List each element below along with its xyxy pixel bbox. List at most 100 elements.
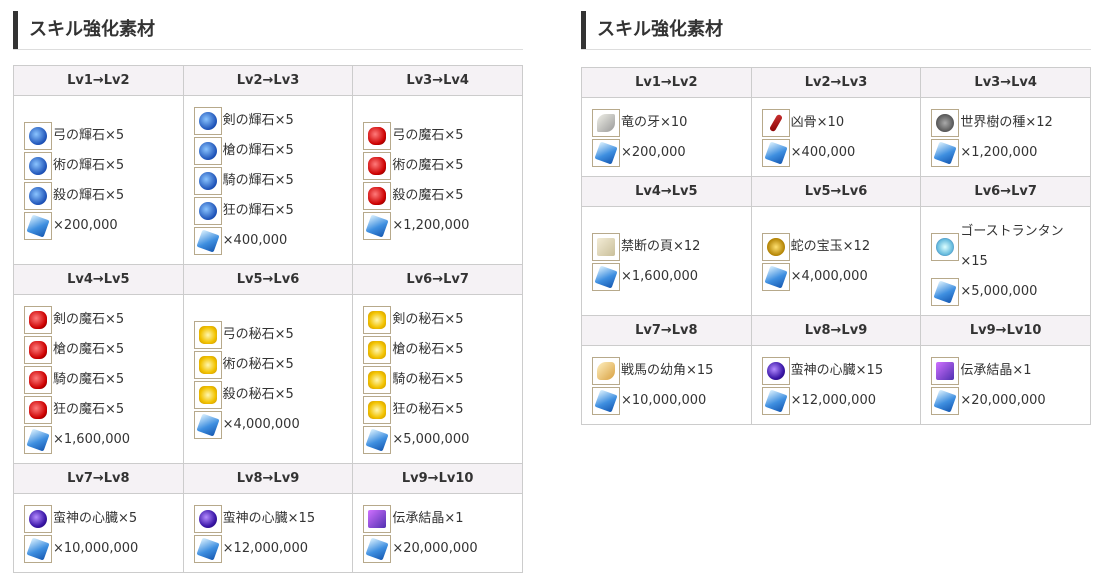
material-item: 狂の輝石×5 <box>193 196 353 226</box>
gold-icon <box>193 321 222 349</box>
blue-icon <box>24 182 52 210</box>
material-item: 伝承結晶×1 <box>363 504 522 534</box>
level-header: Lv6→Lv7 <box>352 264 523 295</box>
heart-icon <box>761 357 790 385</box>
material-item: 殺の輝石×5 <box>24 181 183 211</box>
material-cell: 世界樹の種×12 ×1,200,000 <box>920 97 1091 177</box>
material-label: 蛮神の心臓×15 <box>790 363 884 378</box>
heart-icon <box>24 505 52 533</box>
material-label: 騎の魔石×5 <box>53 372 125 387</box>
fang-icon <box>592 109 620 137</box>
material-item: ×1,200,000 <box>363 211 522 241</box>
material-item: 術の秘石×5 <box>193 350 353 380</box>
material-label: 蛮神の心臓×15 <box>222 511 316 526</box>
section-title: スキル強化素材 <box>597 19 723 40</box>
gold-icon <box>363 396 392 424</box>
material-item: ×5,000,000 <box>931 277 1090 307</box>
level-header-row: Lv1→Lv2 Lv2→Lv3 Lv3→Lv4 <box>581 67 1091 98</box>
level-header: Lv1→Lv2 <box>13 65 184 96</box>
material-item: ×1,200,000 <box>931 138 1090 168</box>
gold-icon <box>363 306 392 334</box>
material-row: 弓の輝石×5 術の輝石×5 殺の輝石×5 ×200,000 剣の輝石×5 槍の輝石×5 騎の… <box>13 95 523 265</box>
left-panel: スキル強化素材 Lv1→Lv2 Lv2→Lv3 Lv3→Lv4 弓の輝石×5 術の輝石×… <box>13 0 523 573</box>
material-label: ×5,000,000 <box>392 432 470 447</box>
material-label: 剣の魔石×5 <box>53 312 125 327</box>
material-item: 槍の魔石×5 <box>24 335 183 365</box>
material-item: 竜の牙×10 <box>592 108 751 138</box>
material-label: 竜の牙×10 <box>621 115 688 130</box>
material-label: ×10,000,000 <box>53 541 139 556</box>
material-label: ×1,200,000 <box>392 218 470 233</box>
material-label: 殺の魔石×5 <box>392 188 464 203</box>
material-label: 槍の秘石×5 <box>392 342 464 357</box>
material-item: 伝承結晶×1 <box>931 356 1090 386</box>
horn-icon <box>592 357 620 385</box>
material-cell: ゴーストランタン×15 ×5,000,000 <box>920 206 1091 316</box>
material-item: 騎の輝石×5 <box>193 166 353 196</box>
material-item: ×1,600,000 <box>592 262 751 292</box>
red-icon <box>24 366 52 394</box>
crystal-icon <box>592 263 620 291</box>
material-label: 世界樹の種×12 <box>960 115 1053 130</box>
material-table: Lv1→Lv2 Lv2→Lv3 Lv3→Lv4 竜の牙×10 ×200,000 凶骨×10… <box>581 67 1091 425</box>
level-header: Lv9→Lv10 <box>352 463 523 494</box>
material-item: 剣の魔石×5 <box>24 305 183 335</box>
bone-icon <box>761 109 790 137</box>
material-item: ×12,000,000 <box>193 534 353 564</box>
material-item: 蛮神の心臓×5 <box>24 504 183 534</box>
material-item: ×20,000,000 <box>363 534 522 564</box>
material-label: 伝承結晶×1 <box>392 511 464 526</box>
material-label: 戦馬の幼角×15 <box>621 363 714 378</box>
crystal-icon <box>24 212 52 240</box>
material-item: ×20,000,000 <box>931 386 1090 416</box>
gold-icon <box>363 366 392 394</box>
crystal-icon <box>193 535 222 563</box>
blue-icon <box>193 137 222 165</box>
crystal-icon <box>363 212 392 240</box>
crystal-icon <box>592 387 620 415</box>
material-cell: 弓の輝石×5 術の輝石×5 殺の輝石×5 ×200,000 <box>13 95 184 265</box>
crystal-icon <box>931 278 960 306</box>
crystal-icon <box>931 139 960 167</box>
material-cell: 弓の秘石×5 術の秘石×5 殺の秘石×5 ×4,000,000 <box>182 294 354 464</box>
material-item: ×5,000,000 <box>363 425 522 455</box>
material-label: 槍の魔石×5 <box>53 342 125 357</box>
material-cell: 戦馬の幼角×15 ×10,000,000 <box>581 345 752 425</box>
material-item: 槍の秘石×5 <box>363 335 522 365</box>
paper-icon <box>592 233 620 261</box>
material-label: ×200,000 <box>53 218 118 233</box>
material-label: ×10,000,000 <box>621 393 707 408</box>
material-item: 弓の秘石×5 <box>193 320 353 350</box>
material-label: 弓の秘石×5 <box>222 327 294 342</box>
material-item: 槍の輝石×5 <box>193 136 353 166</box>
crystal-icon <box>363 426 392 454</box>
material-item: ゴーストランタン×15 <box>931 217 1090 277</box>
crystal-icon <box>761 387 790 415</box>
crystal-icon <box>363 535 392 563</box>
material-item: 術の輝石×5 <box>24 151 183 181</box>
level-header: Lv5→Lv6 <box>182 264 354 295</box>
material-label: 術の魔石×5 <box>392 158 464 173</box>
level-header: Lv7→Lv8 <box>13 463 184 494</box>
material-label: ×12,000,000 <box>790 393 876 408</box>
book-icon <box>363 505 392 533</box>
material-label: 騎の輝石×5 <box>222 173 294 188</box>
level-header: Lv7→Lv8 <box>581 315 752 346</box>
blue-icon <box>24 152 52 180</box>
gold-icon <box>193 381 222 409</box>
level-header: Lv4→Lv5 <box>581 176 752 207</box>
material-label: 剣の秘石×5 <box>392 312 464 327</box>
level-header-row: Lv7→Lv8 Lv8→Lv9 Lv9→Lv10 <box>581 315 1091 346</box>
lamp-icon <box>931 233 960 261</box>
material-label: ×1,200,000 <box>960 145 1038 160</box>
orb-icon <box>761 233 790 261</box>
crystal-icon <box>761 139 790 167</box>
material-label: 蛮神の心臓×5 <box>53 511 138 526</box>
material-label: ×400,000 <box>790 145 856 160</box>
material-cell: 伝承結晶×1 ×20,000,000 <box>352 493 523 573</box>
material-item: ×4,000,000 <box>761 262 921 292</box>
book-icon <box>931 357 960 385</box>
level-header: Lv9→Lv10 <box>920 315 1091 346</box>
material-item: 狂の秘石×5 <box>363 395 522 425</box>
material-cell: 剣の輝石×5 槍の輝石×5 騎の輝石×5 狂の輝石×5 ×400,000 <box>182 95 354 265</box>
